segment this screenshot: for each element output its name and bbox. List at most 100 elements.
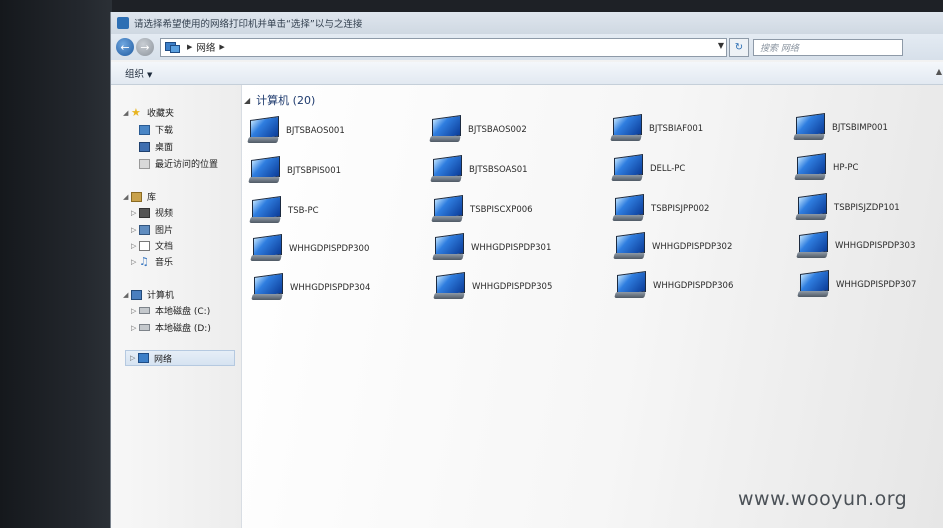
video-icon bbox=[139, 207, 150, 218]
tree-item-documents[interactable]: ▷ 文档 bbox=[131, 239, 173, 252]
computer-icon bbox=[794, 152, 826, 181]
computer-name: TSBPISCXP006 bbox=[470, 205, 533, 215]
network-icon bbox=[138, 353, 149, 363]
computer-name: BJTSBAOS001 bbox=[286, 126, 345, 136]
group-title: 计算机 (20) bbox=[256, 94, 316, 107]
tree-network[interactable]: ▷ 网络 bbox=[125, 350, 235, 366]
tree-item-pictures[interactable]: ▷ 图片 bbox=[131, 223, 173, 236]
computer-name: WHHGDPISPDP306 bbox=[653, 281, 734, 291]
chevron-right-icon[interactable]: ▶ bbox=[219, 43, 224, 51]
expand-icon[interactable]: ▷ bbox=[131, 242, 139, 250]
navigation-pane: ◢ ★ 收藏夹 下载 桌面 最近访问的位置 ◢ 库 ▷ 视频 ▷ 图片 ▷ 文档… bbox=[111, 85, 242, 528]
computer-name: WHHGDPISPDP302 bbox=[652, 242, 733, 252]
computer-name: DELL-PC bbox=[650, 164, 686, 174]
computer-item[interactable]: WHHGDPISPDP303 bbox=[796, 230, 915, 259]
star-icon: ★ bbox=[131, 105, 141, 119]
computer-item[interactable]: TSBPISCXP006 bbox=[431, 194, 533, 223]
network-icon bbox=[165, 41, 180, 53]
expand-icon[interactable]: ▷ bbox=[131, 324, 139, 332]
computer-icon bbox=[250, 233, 282, 262]
computer-name: TSB-PC bbox=[288, 206, 319, 216]
computer-item[interactable]: WHHGDPISPDP300 bbox=[250, 233, 370, 262]
chevron-down-icon[interactable]: ▼ bbox=[718, 41, 724, 50]
expand-icon[interactable]: ▷ bbox=[131, 258, 139, 266]
computer-icon bbox=[793, 112, 825, 141]
computer-item[interactable]: BJTSBIMP001 bbox=[793, 112, 888, 141]
address-bar: ← → ▶ 网络 ▶ ▼ ↻ 搜索 网络 bbox=[111, 34, 943, 60]
window-icon bbox=[117, 17, 129, 29]
computer-item[interactable]: BJTSBIAF001 bbox=[610, 113, 703, 142]
tree-item-recent-places[interactable]: 最近访问的位置 bbox=[139, 157, 218, 170]
tree-item-drive-d[interactable]: ▷ 本地磁盘 (D:) bbox=[131, 321, 211, 335]
expand-icon[interactable]: ▷ bbox=[130, 354, 138, 362]
computer-item[interactable]: WHHGDPISPDP305 bbox=[433, 271, 553, 300]
chevron-right-icon[interactable]: ▶ bbox=[187, 43, 192, 51]
computer-item[interactable]: BJTSBPIS001 bbox=[248, 155, 342, 184]
computer-icon bbox=[612, 193, 644, 222]
computer-icon bbox=[251, 272, 283, 301]
computer-icon bbox=[610, 113, 642, 142]
refresh-icon[interactable]: ↻ bbox=[729, 37, 749, 57]
downloads-icon bbox=[139, 124, 150, 135]
music-icon: ♫ bbox=[139, 254, 149, 268]
computer-name: TSBPISJPP002 bbox=[651, 204, 710, 214]
computer-icon bbox=[614, 270, 646, 299]
hard-drive-icon bbox=[139, 307, 150, 314]
computer-item[interactable]: DELL-PC bbox=[611, 153, 686, 182]
computer-item[interactable]: BJTSBSOAS01 bbox=[430, 154, 528, 183]
library-icon bbox=[131, 191, 142, 202]
watermark: www.wooyun.org bbox=[738, 488, 908, 510]
computer-icon bbox=[795, 192, 827, 221]
address-field[interactable]: ▶ 网络 ▶ ▼ bbox=[160, 37, 727, 57]
computer-icon bbox=[431, 194, 463, 223]
window-title: 请选择希望使用的网络打印机并单击“选择”以与之连接 bbox=[134, 19, 363, 30]
computer-name: BJTSBIMP001 bbox=[832, 123, 888, 133]
collapse-icon[interactable]: ◢ bbox=[244, 96, 250, 105]
expand-icon[interactable]: ▷ bbox=[131, 209, 139, 217]
computer-item[interactable]: BJTSBAOS001 bbox=[247, 115, 345, 144]
computer-item[interactable]: WHHGDPISPDP307 bbox=[797, 269, 916, 298]
hard-drive-icon bbox=[139, 324, 150, 331]
computer-item[interactable]: TSB-PC bbox=[249, 195, 319, 224]
computer-item[interactable]: TSBPISJZDP101 bbox=[795, 192, 900, 221]
computer-item[interactable]: WHHGDPISPDP302 bbox=[613, 231, 733, 260]
tree-item-music[interactable]: ▷ ♫ 音乐 bbox=[131, 254, 173, 269]
computer-name: HP-PC bbox=[833, 163, 859, 173]
computer-name: WHHGDPISPDP300 bbox=[289, 244, 370, 254]
computer-name: WHHGDPISPDP305 bbox=[472, 282, 553, 292]
collapse-icon[interactable]: ◢ bbox=[123, 193, 131, 201]
desktop-icon bbox=[139, 141, 150, 152]
tree-item-desktop[interactable]: 桌面 bbox=[139, 140, 173, 153]
search-placeholder: 搜索 网络 bbox=[760, 43, 799, 54]
tree-item-downloads[interactable]: 下载 bbox=[139, 123, 173, 136]
forward-arrow-icon[interactable]: → bbox=[136, 38, 154, 56]
computer-name: BJTSBAOS002 bbox=[468, 125, 527, 135]
tree-libraries[interactable]: ◢ 库 bbox=[123, 190, 156, 203]
collapse-icon[interactable]: ◢ bbox=[123, 109, 131, 117]
collapse-icon[interactable]: ◢ bbox=[123, 291, 131, 299]
computer-item[interactable]: WHHGDPISPDP304 bbox=[251, 272, 370, 301]
computer-name: TSBPISJZDP101 bbox=[834, 203, 900, 213]
computer-icon bbox=[611, 153, 643, 182]
title-bar: 请选择希望使用的网络打印机并单击“选择”以与之连接 bbox=[111, 12, 943, 34]
tree-favorites[interactable]: ◢ ★ 收藏夹 bbox=[123, 105, 174, 120]
computer-icon bbox=[613, 231, 645, 260]
computer-item[interactable]: WHHGDPISPDP301 bbox=[432, 232, 551, 261]
expand-icon[interactable]: ▷ bbox=[131, 226, 139, 234]
group-header[interactable]: ◢ 计算机 (20) bbox=[242, 92, 315, 108]
breadcrumb-network[interactable]: 网络 bbox=[196, 40, 215, 54]
computer-item[interactable]: TSBPISJPP002 bbox=[612, 193, 710, 222]
computer-name: BJTSBSOAS01 bbox=[469, 165, 528, 175]
computer-name: BJTSBPIS001 bbox=[287, 166, 342, 176]
tree-item-drive-c[interactable]: ▷ 本地磁盘 (C:) bbox=[131, 304, 210, 318]
search-input[interactable]: 搜索 网络 bbox=[753, 38, 903, 56]
back-arrow-icon[interactable]: ← bbox=[116, 38, 134, 56]
scroll-up-icon[interactable]: ▲ bbox=[936, 67, 942, 76]
tree-computer[interactable]: ◢ 计算机 bbox=[123, 288, 174, 301]
computer-item[interactable]: WHHGDPISPDP306 bbox=[614, 270, 734, 299]
expand-icon[interactable]: ▷ bbox=[131, 307, 139, 315]
computer-item[interactable]: HP-PC bbox=[794, 152, 859, 181]
computer-item[interactable]: BJTSBAOS002 bbox=[429, 114, 527, 143]
tree-item-videos[interactable]: ▷ 视频 bbox=[131, 206, 173, 219]
organize-button[interactable]: 组织 ▼ bbox=[125, 66, 152, 80]
